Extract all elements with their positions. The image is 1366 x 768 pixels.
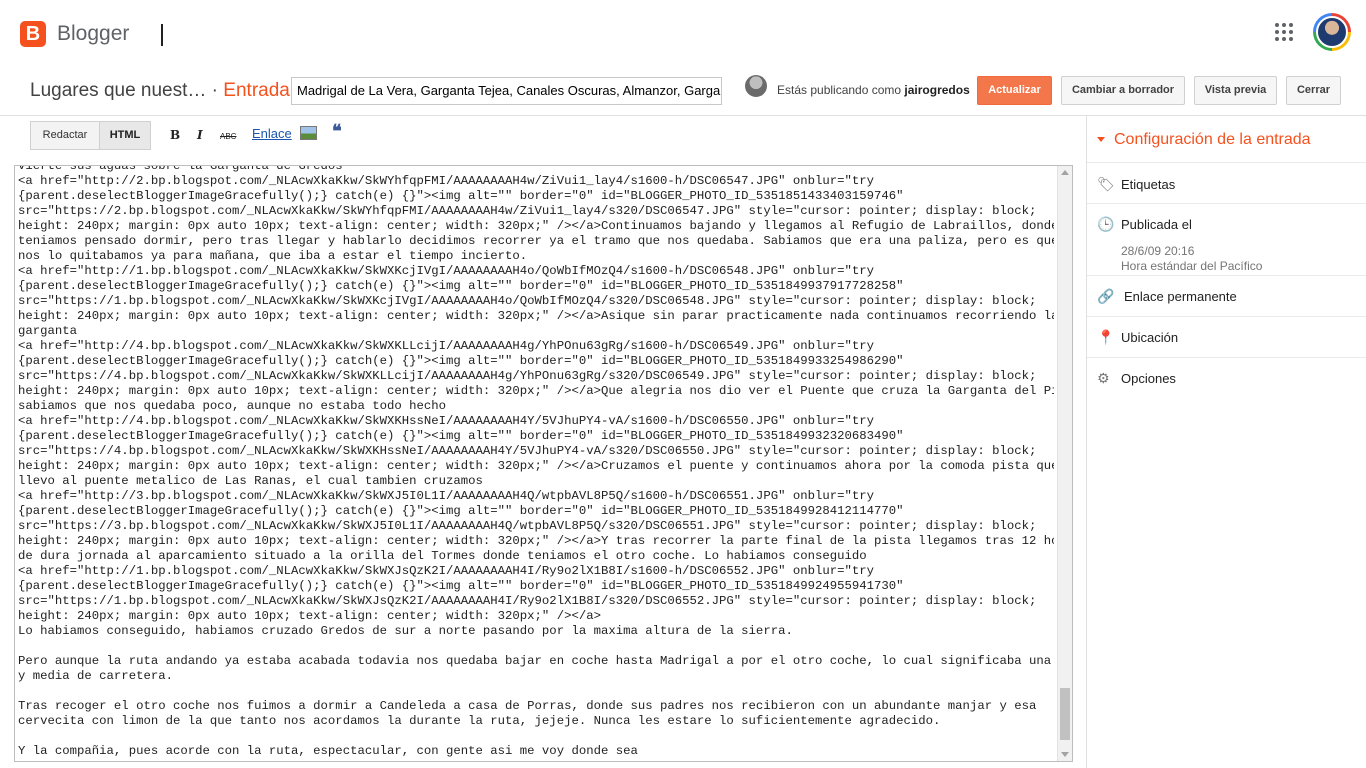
editor-line: Y la compañia, pues acorde con la ruta, … [18, 744, 638, 758]
clock-icon: 🕒 [1097, 216, 1115, 232]
editor-line: y media de carretera. [18, 669, 173, 683]
editor-line: height: 240px; margin: 0px auto 10px; te… [18, 309, 1054, 323]
link-icon: 🔗 [1097, 288, 1115, 304]
brand-name[interactable]: Blogger [57, 21, 129, 47]
label-tag-icon: 🏷 [1097, 176, 1115, 192]
bold-button[interactable]: B [170, 127, 180, 143]
sidebar-item-location[interactable]: 📍 Ubicación [1087, 316, 1366, 357]
blogger-logo-icon[interactable]: B [20, 21, 46, 47]
sidebar-item-published[interactable]: 🕒 Publicada el 28/6/09 20:16 Hora estánd… [1087, 203, 1366, 275]
collapse-caret-icon[interactable] [1097, 137, 1105, 142]
sidebar-item-options[interactable]: ⚙ Opciones [1087, 357, 1366, 398]
italic-button[interactable]: I [197, 127, 203, 143]
editor-line: height: 240px; margin: 0px auto 10px; te… [18, 534, 1054, 548]
post-settings-heading[interactable]: Configuración de la entrada [1114, 130, 1311, 150]
entry-label: Entrada [223, 80, 290, 101]
editor-line: <a href="http://3.bp.blogspot.com/_NLAcw… [18, 489, 875, 503]
title-separator: · [206, 80, 224, 101]
publisher-avatar [745, 75, 767, 97]
editor-line: de dura jornada al aparcamiento situado … [18, 549, 867, 563]
post-title-breadcrumb: Lugares que nuest… · Entrada [30, 79, 290, 103]
publishing-user: jairogredos [904, 83, 970, 97]
editor-line: <a href="http://4.bp.blogspot.com/_NLAcw… [18, 339, 875, 353]
compose-mode-tab[interactable]: Redactar [30, 121, 100, 150]
editor-line: <a href="http://1.bp.blogspot.com/_NLAcw… [18, 264, 875, 278]
html-mode-tab[interactable]: HTML [99, 121, 151, 150]
editor-line: height: 240px; margin: 0px auto 10px; te… [18, 609, 601, 623]
preview-button[interactable]: Vista previa [1194, 76, 1277, 105]
sidebar-item-permalink[interactable]: 🔗 Enlace permanente [1087, 275, 1366, 316]
html-editor-textarea[interactable]: vierte sus aguas sobre la Garganta de Gr… [14, 165, 1073, 762]
published-timezone: Hora estándar del Pacífico [1121, 259, 1263, 273]
editor-line: sabiamos que nos quedaba poco, aunque no… [18, 399, 447, 413]
blockquote-icon[interactable]: ❝ [332, 123, 342, 141]
link-button[interactable]: Enlace [252, 126, 292, 142]
editor-line: height: 240px; margin: 0px auto 10px; te… [18, 384, 1054, 398]
editor-line: src="https://4.bp.blogspot.com/_NLAcwXka… [18, 444, 1037, 458]
revert-to-draft-button[interactable]: Cambiar a borrador [1061, 76, 1185, 105]
editor-line: {parent.deselectBloggerImageGracefully()… [18, 579, 904, 593]
account-avatar[interactable] [1313, 13, 1351, 51]
location-pin-icon: 📍 [1097, 329, 1115, 345]
published-label: Publicada el [1121, 217, 1192, 232]
labels-label: Etiquetas [1121, 177, 1176, 192]
publishing-as: Estás publicando como jairogredos [777, 83, 970, 97]
editor-line: src="https://2.bp.blogspot.com/_NLAcwXka… [18, 204, 1037, 218]
editor-line: <a href="http://2.bp.blogspot.com/_NLAcw… [18, 174, 875, 188]
editor-line: src="https://3.bp.blogspot.com/_NLAcwXka… [18, 519, 1037, 533]
editor-line: src="https://4.bp.blogspot.com/_NLAcwXka… [18, 369, 1037, 383]
editor-line: {parent.deselectBloggerImageGracefully()… [18, 504, 904, 518]
update-button[interactable]: Actualizar [977, 76, 1052, 105]
publishing-as-prefix: Estás publicando como [777, 83, 905, 97]
post-title-input[interactable]: Madrigal de La Vera, Garganta Tejea, Can… [291, 77, 722, 105]
permalink-label: Enlace permanente [1124, 289, 1237, 304]
editor-line: Pero aunque la ruta andando ya estaba ac… [18, 654, 1054, 668]
editor-line: {parent.deselectBloggerImageGracefully()… [18, 279, 904, 293]
editor-line: <a href="http://1.bp.blogspot.com/_NLAcw… [18, 564, 875, 578]
published-date: 28/6/09 20:16 [1121, 244, 1195, 258]
sidebar-item-labels[interactable]: 🏷 Etiquetas [1087, 162, 1366, 203]
editor-line: src="https://1.bp.blogspot.com/_NLAcwXka… [18, 294, 1037, 308]
scroll-down-icon[interactable] [1061, 752, 1069, 757]
editor-line: src="https://1.bp.blogspot.com/_NLAcwXka… [18, 594, 1037, 608]
editor-line: {parent.deselectBloggerImageGracefully()… [18, 429, 904, 443]
editor-line: <a href="http://4.bp.blogspot.com/_NLAcw… [18, 414, 875, 428]
location-label: Ubicación [1121, 330, 1179, 345]
editor-scrollbar[interactable] [1057, 166, 1072, 761]
gear-icon: ⚙ [1097, 370, 1110, 386]
brand-divider [161, 24, 163, 46]
close-button[interactable]: Cerrar [1286, 76, 1341, 105]
editor-line: vierte sus aguas sobre la Garganta de Gr… [18, 165, 343, 173]
top-bar: B Blogger [0, 0, 1366, 64]
editor-line: height: 240px; margin: 0px auto 10px; te… [18, 459, 1054, 473]
insert-image-icon[interactable] [300, 126, 317, 140]
blog-title[interactable]: Lugares que nuest… [30, 80, 206, 101]
editor-line: Lo habiamos conseguido, habiamos cruzado… [18, 624, 793, 638]
editor-line: nos lo quitabamos ya para mañana, que ib… [18, 249, 528, 263]
editor-toolbar: Redactar HTML B I ABC Enlace [0, 116, 1086, 155]
scroll-thumb[interactable] [1060, 688, 1070, 740]
editor-line: {parent.deselectBloggerImageGracefully()… [18, 354, 904, 368]
editor-line: {parent.deselectBloggerImageGracefully()… [18, 189, 904, 203]
html-source-content: vierte sus aguas sobre la Garganta de Gr… [18, 165, 1054, 759]
scroll-up-icon[interactable] [1061, 170, 1069, 175]
editor-line: llevo al puente metalico de Las Ranas, e… [18, 474, 483, 488]
post-settings-sidebar: Configuración de la entrada 🏷 Etiquetas … [1086, 116, 1366, 768]
editor-line: height: 240px; margin: 0px auto 10px; te… [18, 219, 1054, 233]
editor-line: Tras recoger el otro coche nos fuimos a … [18, 699, 1037, 713]
apps-grid-icon[interactable] [1275, 23, 1293, 41]
options-label: Opciones [1121, 371, 1176, 386]
strikethrough-button[interactable]: ABC [220, 129, 236, 145]
post-header: Lugares que nuest… · Entrada Madrigal de… [0, 64, 1366, 116]
editor-line: teniamos pensado dormir, pero tras llega… [18, 234, 1054, 248]
editor-line: cervecita con limon de la que tanto nos … [18, 714, 941, 728]
editor-line: garganta [18, 324, 78, 338]
